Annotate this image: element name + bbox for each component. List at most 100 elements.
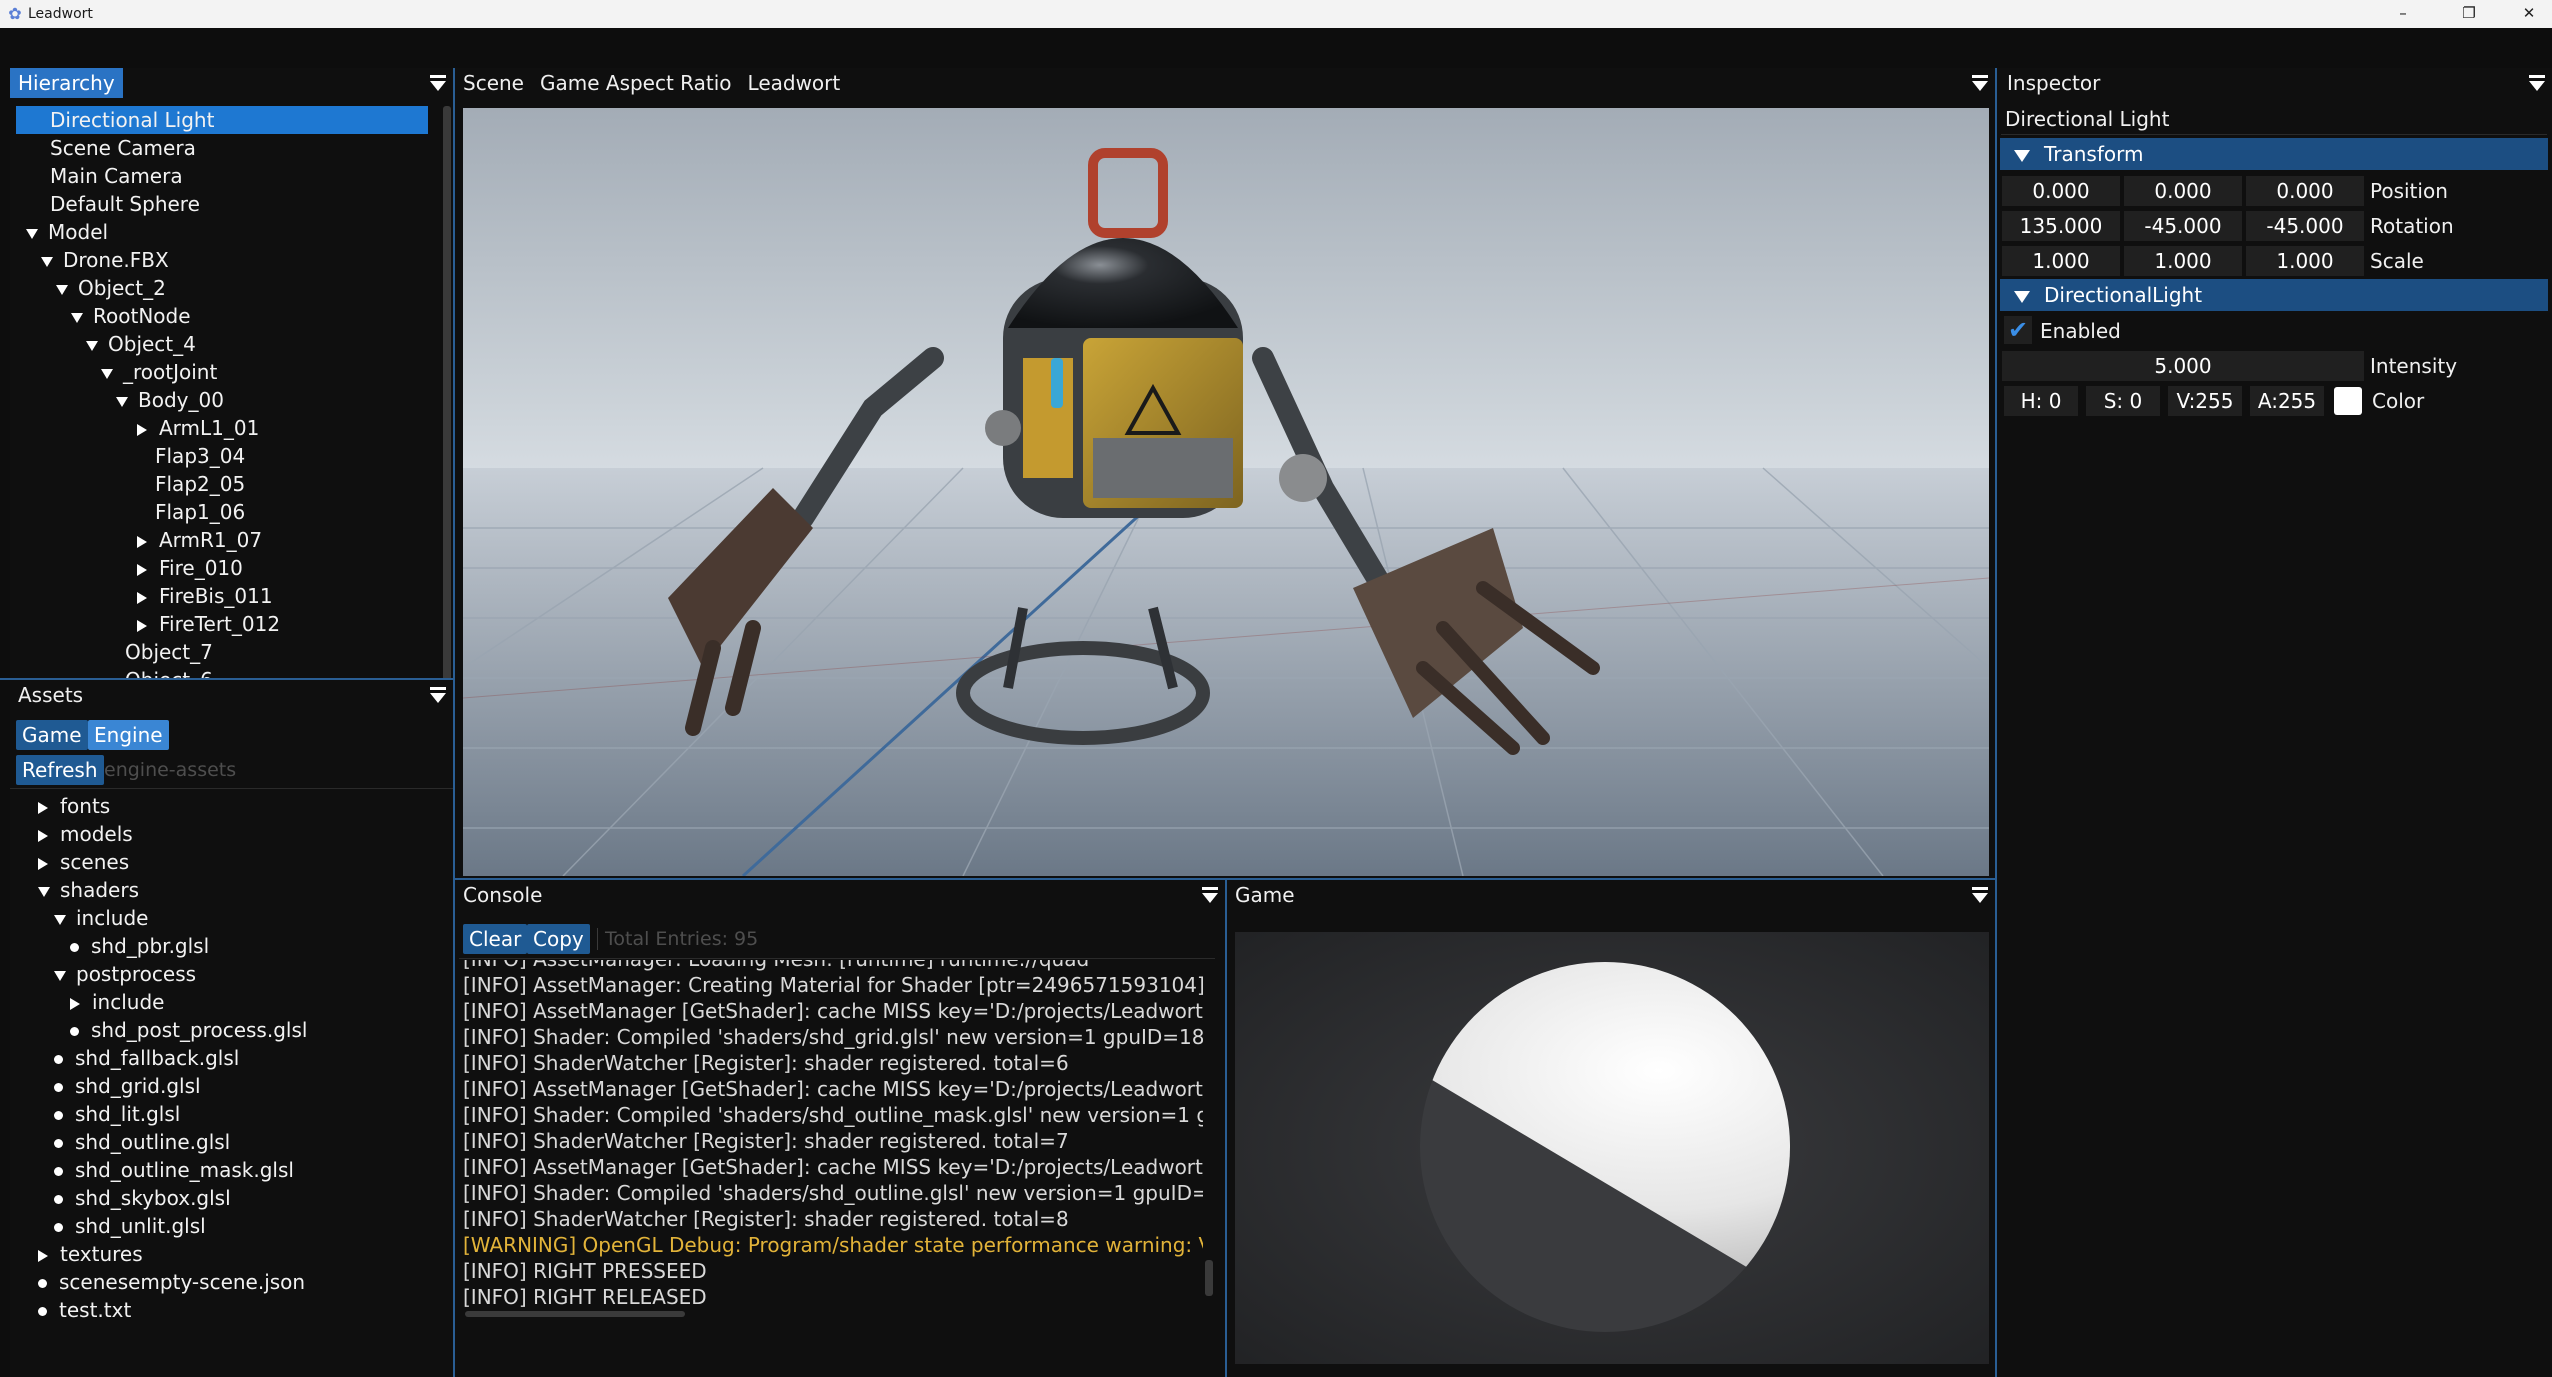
close-button[interactable]: ✕ <box>2506 0 2552 28</box>
asset-item[interactable]: fonts <box>10 792 110 820</box>
collapsed-arrow-icon[interactable] <box>38 801 48 814</box>
color-a-field[interactable]: A:255 <box>2250 386 2324 416</box>
hierarchy-item[interactable]: RootNode <box>16 302 436 330</box>
asset-item[interactable]: shd_unlit.glsl <box>10 1212 206 1240</box>
rotation-z-field[interactable]: -45.000 <box>2246 211 2364 241</box>
hierarchy-item[interactable]: Directional Light <box>16 106 428 134</box>
collapsed-arrow-icon[interactable] <box>38 829 48 842</box>
expand-arrow-icon[interactable] <box>56 284 68 295</box>
color-s-field[interactable]: S: 0 <box>2086 386 2160 416</box>
tab-game-assets[interactable]: Game <box>16 720 88 750</box>
hierarchy-item[interactable]: Fire_010 <box>16 554 436 582</box>
tab-engine-assets[interactable]: Engine <box>88 720 169 750</box>
asset-item[interactable]: test.txt <box>10 1296 131 1324</box>
rotation-x-field[interactable]: 135.000 <box>2002 211 2120 241</box>
hierarchy-item[interactable]: FireBis_011 <box>16 582 436 610</box>
asset-item[interactable]: models <box>10 820 133 848</box>
copy-button[interactable]: Copy <box>527 924 590 954</box>
expand-arrow-icon[interactable] <box>26 228 38 239</box>
hierarchy-item[interactable]: Object_7 <box>16 638 436 666</box>
hierarchy-item[interactable]: Object_4 <box>16 330 436 358</box>
asset-item[interactable]: scenesempty-scene.json <box>10 1268 305 1296</box>
expand-arrow-icon[interactable] <box>54 914 66 925</box>
hierarchy-item[interactable]: ArmR1_07 <box>16 526 436 554</box>
console-scrollbar-v[interactable] <box>1205 1260 1213 1296</box>
asset-item[interactable]: shd_fallback.glsl <box>10 1044 239 1072</box>
collapsed-arrow-icon[interactable] <box>137 591 147 604</box>
color-v-field[interactable]: V:255 <box>2168 386 2242 416</box>
refresh-button[interactable]: Refresh <box>16 755 104 785</box>
assets-path-field[interactable]: engine-assets <box>104 755 236 785</box>
asset-item[interactable]: postprocess <box>10 960 196 988</box>
asset-item[interactable]: scenes <box>10 848 129 876</box>
panel-menu-icon[interactable] <box>429 73 447 93</box>
hierarchy-item[interactable]: FireTert_012 <box>16 610 436 638</box>
console-scrollbar-h[interactable] <box>465 1311 685 1317</box>
aspect-ratio-dropdown[interactable]: Game Aspect Ratio <box>532 68 740 98</box>
expand-arrow-icon[interactable] <box>38 886 50 897</box>
intensity-field[interactable]: 5.000 <box>2002 351 2364 381</box>
tab-scene[interactable]: Scene <box>455 68 532 98</box>
asset-item[interactable]: shd_pbr.glsl <box>10 932 209 960</box>
hierarchy-item[interactable]: Model <box>16 218 436 246</box>
asset-item[interactable]: include <box>10 988 164 1016</box>
panel-menu-icon[interactable] <box>2528 73 2546 93</box>
color-swatch[interactable] <box>2334 387 2362 415</box>
expand-arrow-icon[interactable] <box>41 256 53 267</box>
hierarchy-item[interactable]: Body_00 <box>16 386 436 414</box>
asset-item[interactable]: textures <box>10 1240 143 1268</box>
asset-item[interactable]: shd_skybox.glsl <box>10 1184 231 1212</box>
position-y-field[interactable]: 0.000 <box>2124 176 2242 206</box>
position-z-field[interactable]: 0.000 <box>2246 176 2364 206</box>
restore-button[interactable]: ❐ <box>2446 0 2492 28</box>
collapsed-arrow-icon[interactable] <box>70 997 80 1010</box>
scale-x-field[interactable]: 1.000 <box>2002 246 2120 276</box>
hierarchy-item[interactable]: Default Sphere <box>16 190 436 218</box>
asset-item[interactable]: shd_outline_mask.glsl <box>10 1156 294 1184</box>
clear-button[interactable]: Clear <box>463 924 528 954</box>
expand-arrow-icon[interactable] <box>71 312 83 323</box>
hierarchy-item[interactable]: Flap2_05 <box>16 470 436 498</box>
tab-leadwort[interactable]: Leadwort <box>740 68 849 98</box>
collapsed-arrow-icon[interactable] <box>137 535 147 548</box>
collapsed-arrow-icon[interactable] <box>38 857 48 870</box>
hierarchy-scrollbar[interactable] <box>443 106 451 696</box>
asset-item[interactable]: shd_outline.glsl <box>10 1128 230 1156</box>
hierarchy-item[interactable]: Main Camera <box>16 162 436 190</box>
expand-arrow-icon[interactable] <box>116 396 128 407</box>
hierarchy-item[interactable]: Scene Camera <box>16 134 436 162</box>
hierarchy-item[interactable]: Flap3_04 <box>16 442 436 470</box>
asset-item[interactable]: include <box>10 904 148 932</box>
transform-header[interactable]: Transform <box>2000 138 2548 170</box>
collapsed-arrow-icon[interactable] <box>137 619 147 632</box>
hierarchy-item[interactable]: Object_6 <box>16 666 436 678</box>
collapsed-arrow-icon[interactable] <box>137 423 147 436</box>
panel-menu-icon[interactable] <box>1971 73 1989 93</box>
panel-menu-icon[interactable] <box>1201 885 1219 905</box>
scale-z-field[interactable]: 1.000 <box>2246 246 2364 276</box>
hierarchy-item[interactable]: Object_2 <box>16 274 436 302</box>
expand-arrow-icon[interactable] <box>101 368 113 379</box>
minimize-button[interactable]: – <box>2380 0 2426 28</box>
asset-item[interactable]: shd_post_process.glsl <box>10 1016 307 1044</box>
hierarchy-item[interactable]: Drone.FBX <box>16 246 436 274</box>
scene-viewport[interactable] <box>463 108 1989 876</box>
expand-arrow-icon[interactable] <box>86 340 98 351</box>
asset-item[interactable]: shaders <box>10 876 139 904</box>
collapsed-arrow-icon[interactable] <box>38 1249 48 1262</box>
asset-item[interactable]: shd_grid.glsl <box>10 1072 201 1100</box>
tab-hierarchy[interactable]: Hierarchy <box>10 68 123 98</box>
panel-menu-icon[interactable] <box>429 685 447 705</box>
panel-menu-icon[interactable] <box>1971 885 1989 905</box>
expand-arrow-icon[interactable] <box>54 970 66 981</box>
scale-y-field[interactable]: 1.000 <box>2124 246 2242 276</box>
color-h-field[interactable]: H: 0 <box>2004 386 2078 416</box>
console-log[interactable]: [INFO] AssetManager: Loading Mesh: [runt… <box>463 960 1203 1360</box>
position-x-field[interactable]: 0.000 <box>2002 176 2120 206</box>
hierarchy-item[interactable]: _rootJoint <box>16 358 436 386</box>
rotation-y-field[interactable]: -45.000 <box>2124 211 2242 241</box>
game-viewport[interactable] <box>1235 932 1989 1364</box>
collapsed-arrow-icon[interactable] <box>137 563 147 576</box>
asset-item[interactable]: shd_lit.glsl <box>10 1100 180 1128</box>
enabled-checkbox[interactable]: ✔ <box>2004 316 2032 344</box>
